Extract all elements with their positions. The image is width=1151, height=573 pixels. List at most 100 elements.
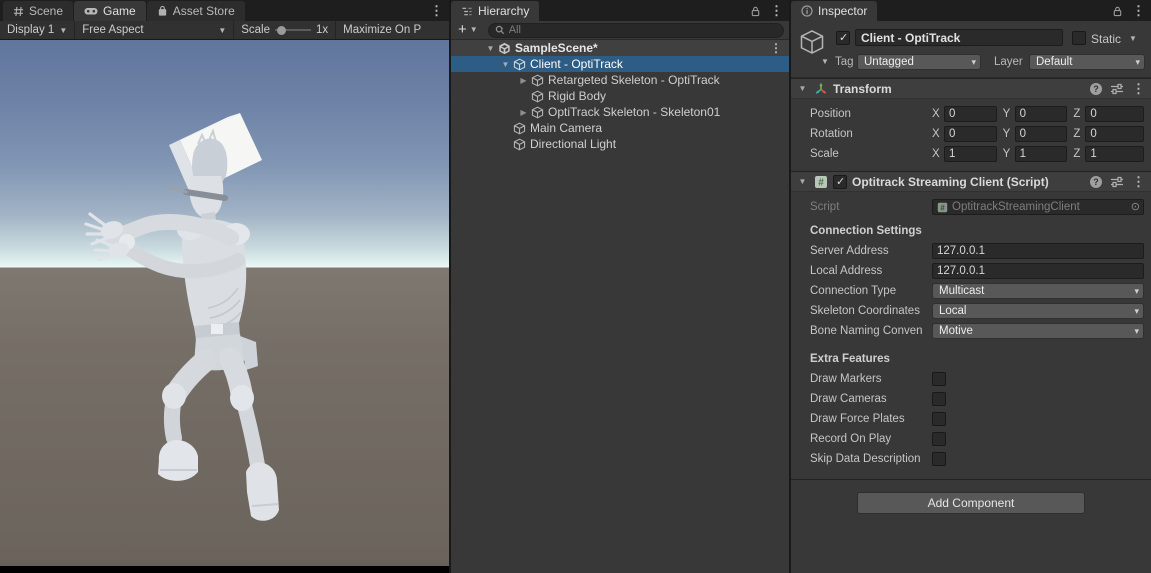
scale-label: Scale — [241, 24, 270, 36]
script-object-field[interactable]: # OptitrackStreamingClient ⊙ — [932, 199, 1144, 215]
scale-y-field[interactable] — [1015, 146, 1068, 162]
scale-x-field[interactable] — [944, 146, 997, 162]
rotation-z-field[interactable] — [1085, 126, 1144, 142]
component-enabled-checkbox[interactable] — [833, 175, 847, 189]
tab-label: Scene — [29, 4, 63, 18]
cube-icon — [530, 73, 544, 87]
scale-z-field[interactable] — [1085, 146, 1144, 162]
hierarchy-icon — [461, 6, 473, 17]
scale-slider[interactable] — [275, 29, 311, 31]
add-component-button[interactable]: Add Component — [857, 492, 1085, 514]
bone-naming-dropdown[interactable]: Motive — [932, 323, 1144, 339]
lock-icon[interactable] — [750, 5, 761, 17]
record-on-play-checkbox[interactable] — [932, 432, 946, 446]
inspector-menu-kebab-icon[interactable]: ⋮ — [1132, 4, 1145, 17]
draw-cameras-checkbox[interactable] — [932, 392, 946, 406]
skip-data-description-checkbox[interactable] — [932, 452, 946, 466]
hierarchy-menu-kebab-icon[interactable]: ⋮ — [770, 4, 783, 17]
foldout-collapsed-icon[interactable]: ▶ — [517, 76, 530, 85]
scene-kebab-icon[interactable]: ⋮ — [770, 41, 782, 55]
info-icon — [801, 5, 813, 17]
inspector-tabbar: Inspector ⋮ — [791, 0, 1151, 21]
tag-dropdown[interactable]: Untagged — [857, 54, 981, 70]
rotation-y-field[interactable] — [1015, 126, 1068, 142]
game-menu-kebab-icon[interactable]: ⋮ — [430, 4, 443, 17]
property-label: Position — [810, 108, 932, 120]
local-address-field[interactable] — [932, 263, 1144, 279]
hierarchy-item-retargeted-skeleton[interactable]: ▶ Retargeted Skeleton - OptiTrack — [451, 72, 789, 88]
object-picker-icon[interactable]: ⊙ — [1131, 200, 1140, 213]
tab-game[interactable]: Game — [74, 1, 146, 21]
layer-dropdown[interactable]: Default — [1029, 54, 1145, 70]
chevron-down-icon: ▼ — [59, 26, 67, 35]
script-label: Script — [810, 201, 932, 213]
skeleton-coordinates-dropdown[interactable]: Local — [932, 303, 1144, 319]
gameobject-cube-icon[interactable] — [798, 28, 826, 56]
inspector-body: ▼ Static ▼ Tag Untagged Layer Default ▼ … — [791, 21, 1151, 573]
component-kebab-icon[interactable]: ⋮ — [1132, 175, 1145, 188]
hierarchy-search[interactable] — [488, 23, 784, 38]
section-title-connection: Connection Settings — [791, 217, 1151, 241]
maximize-on-play-button[interactable]: Maximize On P — [336, 21, 428, 39]
game-panel: Scene Game Asset Store ⋮ Display 1 ▼ Fre… — [0, 0, 449, 573]
gamepad-icon — [84, 6, 98, 16]
foldout-expanded-icon[interactable]: ▼ — [499, 60, 512, 69]
tab-hierarchy[interactable]: Hierarchy — [451, 1, 539, 21]
server-address-field[interactable] — [932, 243, 1144, 259]
item-label: Rigid Body — [548, 89, 606, 103]
component-title: Transform — [833, 82, 1085, 96]
hierarchy-item-scene[interactable]: ▼ SampleScene* ⋮ — [451, 40, 789, 56]
position-z-field[interactable] — [1085, 106, 1144, 122]
draw-force-plates-row: Draw Force Plates — [791, 409, 1151, 429]
position-x-field[interactable] — [944, 106, 997, 122]
create-button[interactable]: + ▼ — [456, 23, 480, 37]
search-input[interactable] — [509, 24, 777, 36]
draw-force-plates-checkbox[interactable] — [932, 412, 946, 426]
chevron-down-icon[interactable]: ▼ — [821, 57, 829, 66]
foldout-expanded-icon[interactable]: ▼ — [484, 44, 497, 53]
tab-label: Inspector — [818, 4, 867, 18]
tab-inspector[interactable]: Inspector — [791, 1, 877, 21]
lock-icon[interactable] — [1112, 5, 1123, 17]
foldout-collapsed-icon[interactable]: ▶ — [517, 108, 530, 117]
hierarchy-item-directional-light[interactable]: Directional Light — [451, 136, 789, 152]
tab-label: Game — [103, 4, 136, 18]
game-tabbar: Scene Game Asset Store ⋮ — [0, 0, 449, 21]
component-kebab-icon[interactable]: ⋮ — [1132, 82, 1145, 95]
help-icon[interactable]: ? — [1090, 83, 1102, 95]
rotation-x-field[interactable] — [944, 126, 997, 142]
transform-header[interactable]: ▼ Transform ? ⋮ — [791, 78, 1151, 99]
bag-icon — [157, 5, 168, 17]
hierarchy-item-main-camera[interactable]: Main Camera — [451, 120, 789, 136]
foldout-expanded-icon[interactable]: ▼ — [796, 177, 809, 186]
presets-icon[interactable] — [1110, 83, 1124, 95]
hierarchy-item-client-optitrack[interactable]: ▼ Client - OptiTrack — [451, 56, 789, 72]
draw-markers-row: Draw Markers — [791, 369, 1151, 389]
display-dropdown[interactable]: Display 1 ▼ — [0, 21, 74, 39]
static-checkbox[interactable] — [1072, 31, 1086, 45]
hierarchy-item-rigid-body[interactable]: Rigid Body — [451, 88, 789, 104]
presets-icon[interactable] — [1110, 176, 1124, 188]
slider-knob[interactable] — [277, 26, 286, 35]
item-label: Retargeted Skeleton - OptiTrack — [548, 73, 720, 87]
component-title: Optitrack Streaming Client (Script) — [852, 175, 1085, 189]
tab-scene[interactable]: Scene — [3, 1, 73, 21]
position-y-field[interactable] — [1015, 106, 1068, 122]
static-dropdown-icon[interactable]: ▼ — [1129, 34, 1137, 43]
gameobject-name-field[interactable] — [855, 29, 1063, 46]
cube-icon — [512, 57, 526, 71]
help-icon[interactable]: ? — [1090, 176, 1102, 188]
connection-type-dropdown[interactable]: Multicast — [932, 283, 1144, 299]
tab-label: Hierarchy — [478, 4, 529, 18]
optitrack-component-header[interactable]: ▼ # Optitrack Streaming Client (Script) … — [791, 171, 1151, 192]
gameobject-enabled-checkbox[interactable] — [836, 31, 850, 45]
aspect-dropdown[interactable]: Free Aspect ▼ — [75, 21, 233, 39]
transform-icon — [814, 82, 828, 96]
hierarchy-item-optitrack-skeleton[interactable]: ▶ OptiTrack Skeleton - Skeleton01 — [451, 104, 789, 120]
draw-markers-checkbox[interactable] — [932, 372, 946, 386]
tab-asset-store[interactable]: Asset Store — [147, 1, 245, 21]
transform-body: Position X Y Z Rotation X Y Z Scale X — [791, 99, 1151, 171]
foldout-expanded-icon[interactable]: ▼ — [796, 84, 809, 93]
transform-row-rotation: Rotation X Y Z — [791, 124, 1151, 144]
cube-icon — [530, 89, 544, 103]
